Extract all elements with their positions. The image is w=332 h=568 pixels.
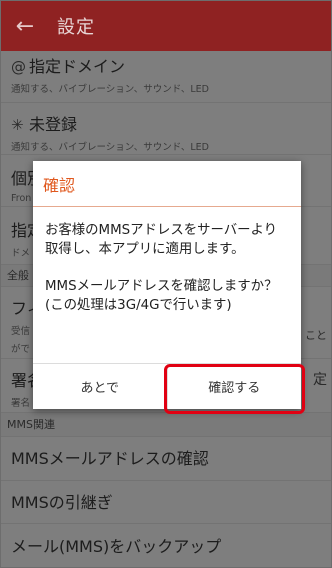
section-header-mms: MMS関連	[1, 413, 331, 437]
list-item-mms-address-check[interactable]: MMSメールアドレスの確認	[1, 437, 331, 481]
highlight-box	[164, 364, 305, 414]
dialog-message-line-3: (この処理は3G/4Gで行います)	[45, 298, 232, 313]
later-button[interactable]: あとで	[33, 364, 168, 409]
list-item-mms-transfer[interactable]: MMSの引継ぎ	[1, 481, 331, 524]
app-bar: ← 設定	[1, 1, 331, 51]
page-title: 設定	[57, 17, 95, 38]
arrow-left-icon: ←	[15, 13, 35, 39]
list-item-unregistered[interactable]: ✳ 未登録 通知する、バイブレーション、サウンド、LED	[1, 103, 331, 155]
dialog-message-line-1: お客様のMMSアドレスをサーバーより取得し、本アプリに適用します。	[45, 223, 278, 257]
at-icon: @	[11, 58, 26, 76]
list-item-designated-domain[interactable]: @ 指定ドメイン 通知する、バイブレーション、サウンド、LED	[1, 51, 331, 103]
asterisk-icon: ✳	[11, 116, 24, 134]
back-button[interactable]: ←	[1, 1, 49, 51]
list-item-mms-backup[interactable]: メール(MMS)をバックアップ	[1, 524, 331, 567]
screen: ← 設定 @ 指定ドメイン 通知する、バイブレーション、サウンド、LED ✳ 未登録…	[0, 0, 332, 568]
dialog-message: お客様のMMSアドレスをサーバーより取得し、本アプリに適用します。 MMSメール…	[33, 207, 301, 315]
dialog-message-line-2: MMSメールアドレスを確認しますか？	[45, 279, 278, 294]
dialog-title: 確認	[33, 161, 301, 207]
